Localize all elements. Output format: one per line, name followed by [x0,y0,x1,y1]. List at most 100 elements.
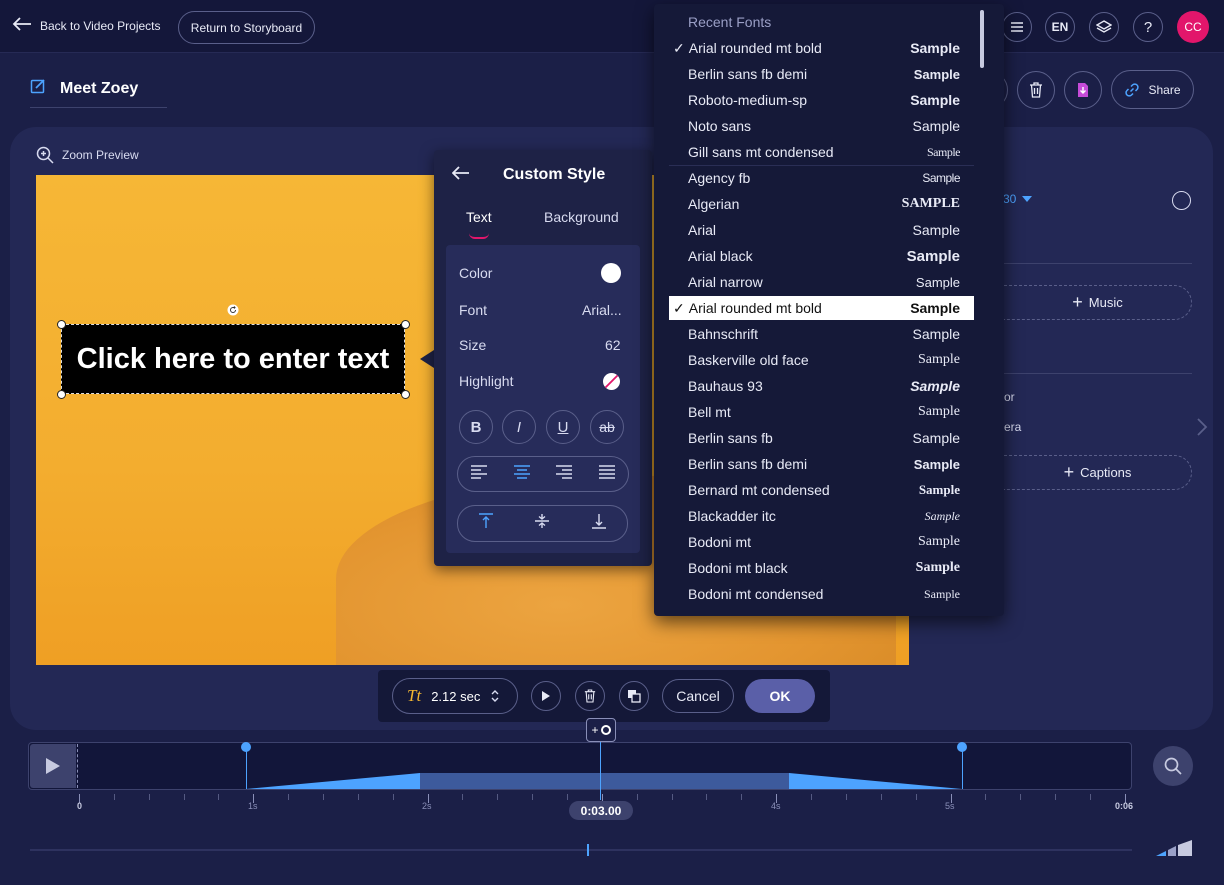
underline-button[interactable]: U [546,410,580,444]
font-option[interactable]: Noto sans Sample [669,114,974,138]
zoom-preview-button[interactable]: Zoom Preview [36,146,139,164]
delete-text-button[interactable] [575,681,605,711]
font-option[interactable]: Gill sans mt condensed Sample [669,140,974,164]
ruler-tick [357,794,359,800]
align-left-icon[interactable] [470,464,488,484]
cancel-button[interactable]: Cancel [662,679,734,713]
font-option[interactable]: ✓ Arial rounded mt bold Sample [669,36,974,60]
avatar[interactable]: CC [1177,11,1209,43]
edit-icon[interactable] [30,78,46,99]
language-button[interactable]: EN [1045,12,1075,42]
font-option[interactable]: Bodoni mt condensed Sample [669,582,974,606]
clip-start-dot[interactable] [241,742,251,752]
font-option[interactable]: Bodoni mt black Sample [669,556,974,580]
tab-background[interactable]: Background [544,209,619,225]
no-highlight-icon[interactable] [602,372,621,396]
rotate-handle-icon[interactable] [227,303,239,321]
font-option[interactable]: Bernard mt condensed Sample [669,478,974,502]
dropdown-scrollbar[interactable] [980,10,984,68]
font-option[interactable]: Arial black Sample [669,244,974,268]
download-button[interactable] [1064,71,1102,109]
text-overlay-box[interactable]: Click here to enter text [61,324,405,394]
font-option[interactable]: Roboto-medium-sp Sample [669,88,974,112]
resize-handle[interactable] [401,320,410,329]
time-label: 2s [422,801,432,811]
scrollbar-thumb[interactable] [587,844,589,856]
help-button[interactable]: ? [1133,12,1163,42]
layers-button[interactable] [1089,12,1119,42]
bold-button[interactable]: B [459,410,493,444]
tab-text[interactable]: Text [466,209,492,225]
add-captions-button[interactable]: + Captions [1004,455,1192,490]
resize-handle[interactable] [57,390,66,399]
delete-project-button[interactable] [1017,71,1055,109]
timeline-play-button[interactable] [30,744,76,788]
font-option[interactable]: Berlin sans fb Sample [669,426,974,450]
timeline-scrollbar[interactable] [30,849,1132,851]
menu-button[interactable] [1002,12,1032,42]
play-clip-button[interactable] [531,681,561,711]
zoom-level-icon[interactable] [1156,840,1193,856]
play-icon [46,758,60,774]
caret-down-icon [1022,196,1033,202]
playhead[interactable] [600,742,601,800]
align-middle-icon[interactable] [534,513,550,534]
align-justify-icon[interactable] [598,464,616,484]
add-marker-button[interactable]: + [586,718,616,742]
font-option[interactable]: Arial narrow Sample [669,270,974,294]
font-option[interactable]: Agency fb Sample [669,166,974,190]
stepper-arrows-icon[interactable] [490,688,500,704]
font-option[interactable]: Bahnschrift Sample [669,322,974,346]
add-music-button[interactable]: + Music [1004,285,1192,320]
font-option-selected[interactable]: ✓ Arial rounded mt bold Sample [669,296,974,320]
strikethrough-button[interactable]: ab [590,410,624,444]
resize-handle[interactable] [57,320,66,329]
ruler-tick [636,794,638,800]
font-option[interactable]: Bauhaus 93 Sample [669,374,974,398]
download-file-icon [1078,83,1088,97]
font-option[interactable]: Bodoni mt Sample [669,530,974,554]
font-option[interactable]: Berlin sans fb demi Sample [669,62,974,86]
back-to-projects-link[interactable]: Back to Video Projects [12,17,161,34]
active-tab-indicator [469,233,489,239]
chevron-right-icon[interactable] [1196,418,1208,441]
radio-toggle[interactable] [1172,191,1191,210]
color-swatch[interactable] [601,263,621,283]
back-arrow-icon[interactable] [451,165,470,186]
font-option[interactable]: Arial Sample [669,218,974,242]
return-to-storyboard-button[interactable]: Return to Storyboard [178,11,315,44]
clip-end-handle[interactable] [962,746,963,789]
ok-button[interactable]: OK [745,679,815,713]
ruler-tick [532,794,534,800]
font-option[interactable]: Bell mt Sample [669,400,974,424]
font-option[interactable]: Algerian SAMPLE [669,192,974,216]
page-title[interactable]: Meet Zoey [60,80,138,98]
clip-end-dot[interactable] [957,742,967,752]
duration-stepper[interactable]: Tt 2.12 sec [392,678,518,714]
font-option[interactable]: Berlin sans fb demi Sample [669,452,974,476]
timeline-zoom-button[interactable] [1153,746,1193,786]
font-sample: Sample [915,274,960,290]
resize-handle[interactable] [401,390,410,399]
align-bottom-icon[interactable] [591,513,607,534]
duplicate-button[interactable] [619,681,649,711]
time-label: 1s [248,801,258,811]
align-center-icon[interactable] [513,464,531,484]
ruler-tick [1055,794,1057,800]
right-panel-dropdown[interactable]: 30 [1003,192,1033,206]
ruler-tick [845,794,847,800]
right-panel-label: or [1004,390,1015,404]
right-panel-value: 30 [1003,192,1017,206]
font-value[interactable]: Arial... [582,302,622,318]
trash-icon [1030,82,1042,98]
question-icon: ? [1143,18,1153,36]
align-top-icon[interactable] [478,513,494,534]
font-option[interactable]: Blackadder itc Sample [669,504,974,528]
panel-pointer [420,350,434,368]
italic-button[interactable]: I [502,410,536,444]
font-option[interactable]: Baskerville old face Sample [669,348,974,372]
share-button[interactable]: Share [1111,70,1194,109]
clip-start-handle[interactable] [246,746,247,789]
align-right-icon[interactable] [555,464,573,484]
size-value[interactable]: 62 [605,337,621,353]
